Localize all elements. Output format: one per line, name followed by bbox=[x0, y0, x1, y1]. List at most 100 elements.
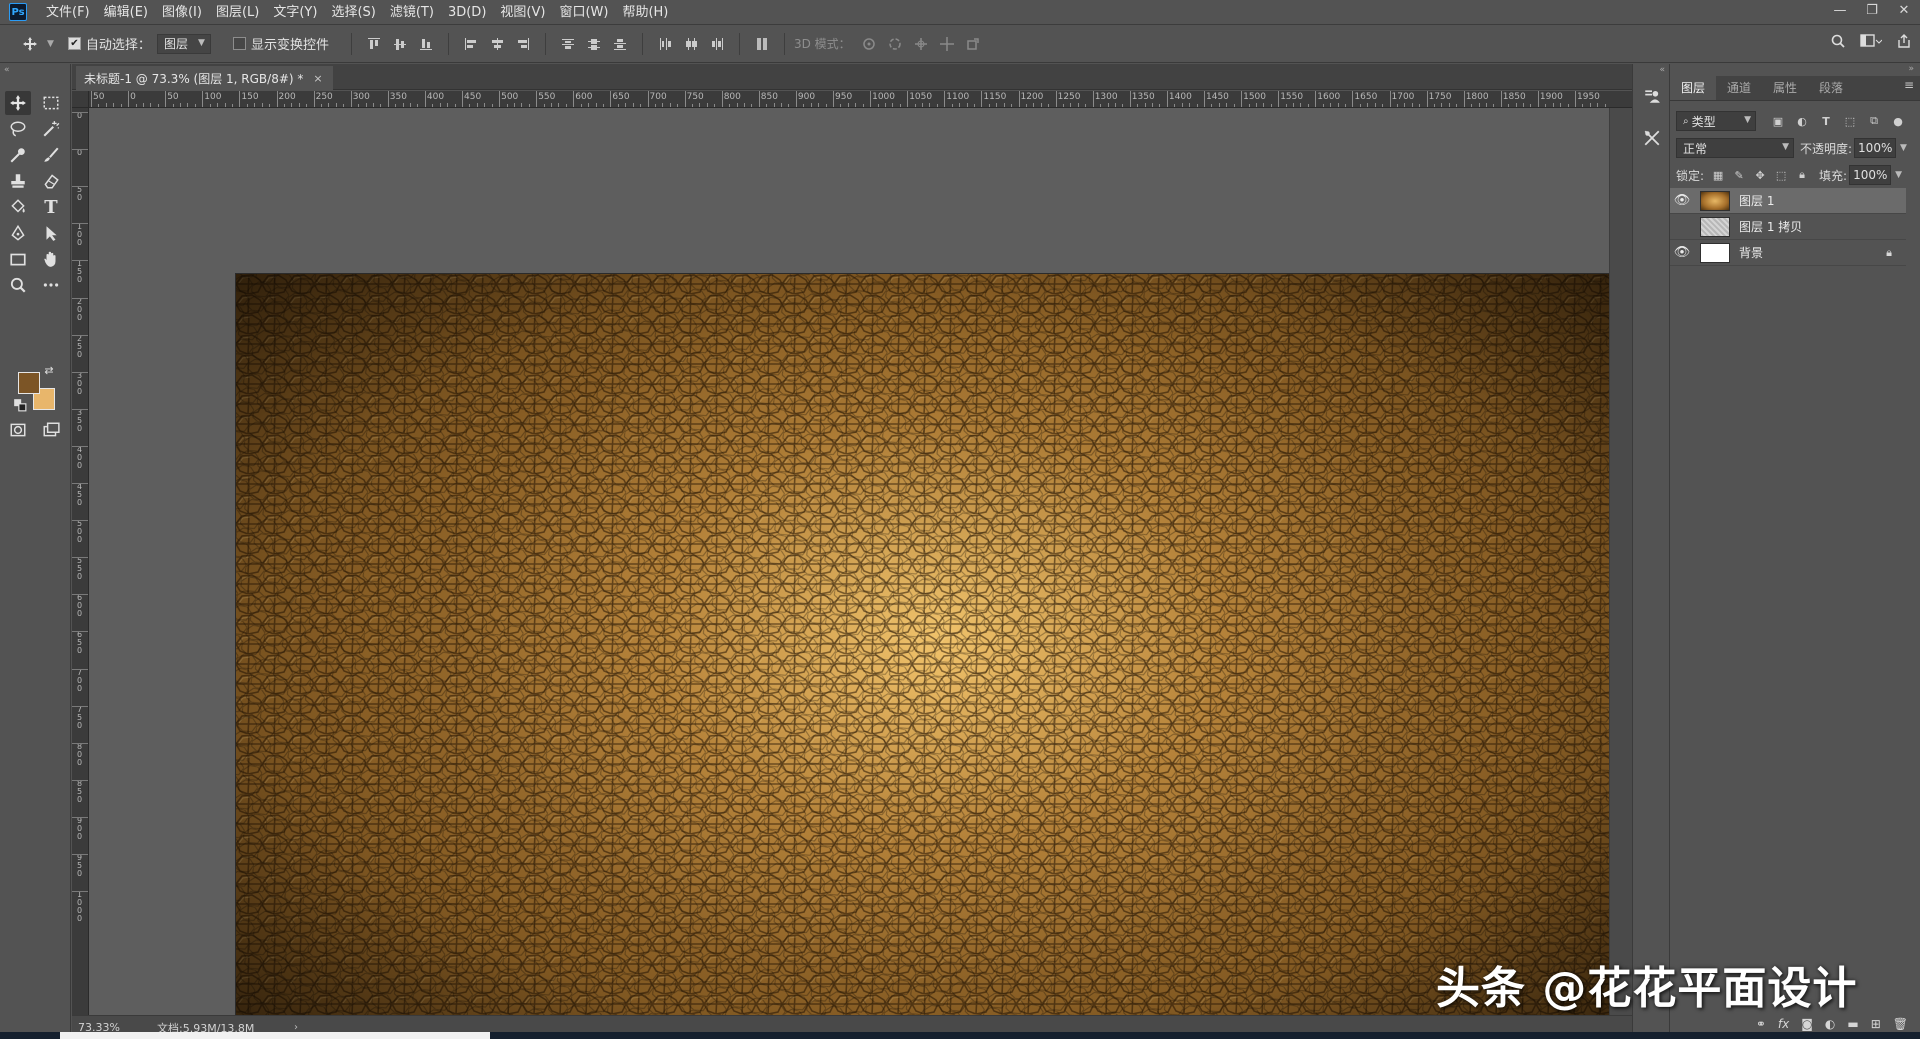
screen-mode-icon[interactable] bbox=[38, 418, 64, 442]
roll-3d-icon[interactable] bbox=[887, 36, 903, 52]
lock-all-icon[interactable]: 🔒︎ bbox=[1795, 168, 1809, 182]
document-tab[interactable]: 未标题-1 @ 73.3% (图层 1, RGB/8#) * × bbox=[76, 66, 333, 90]
close-button[interactable]: ✕ bbox=[1888, 0, 1920, 20]
drag-3d-icon[interactable] bbox=[913, 36, 929, 52]
visibility-eye-icon[interactable]: 👁︎ bbox=[1670, 214, 1694, 240]
chevron-down-icon[interactable]: ▼ bbox=[1900, 143, 1907, 153]
menu-window[interactable]: 窗口(W) bbox=[552, 0, 615, 25]
vertical-ruler[interactable]: 0 0 5 0 1 0 0 1 5 0 2 0 0 2 5 0 3 0 0 3 5 0 4 0 0… bbox=[72, 108, 89, 1015]
menu-edit[interactable]: 编辑(E) bbox=[97, 0, 155, 25]
tool-presets-icon[interactable] bbox=[1642, 128, 1662, 148]
orbit-3d-icon[interactable] bbox=[861, 36, 877, 52]
distribute-bottom-icon[interactable] bbox=[612, 36, 628, 52]
brush-tool-icon[interactable] bbox=[38, 143, 64, 167]
distribute-right-icon[interactable] bbox=[709, 36, 725, 52]
pasteboard[interactable] bbox=[89, 108, 1640, 1039]
new-group-icon[interactable]: ▬ bbox=[1847, 1017, 1858, 1031]
document-canvas[interactable] bbox=[236, 274, 1640, 1039]
path-selection-tool-icon[interactable] bbox=[38, 221, 64, 245]
magic-wand-tool-icon[interactable] bbox=[38, 117, 64, 141]
align-top-icon[interactable] bbox=[366, 36, 382, 52]
new-layer-icon[interactable]: ⊞ bbox=[1871, 1017, 1881, 1031]
layer-row[interactable]: 👁︎ 背景 🔒︎ bbox=[1670, 240, 1906, 266]
paint-bucket-tool-icon[interactable] bbox=[5, 195, 31, 219]
distribute-top-icon[interactable] bbox=[560, 36, 576, 52]
tab-channels[interactable]: 通道 bbox=[1716, 76, 1762, 100]
delete-layer-icon[interactable]: 🗑︎ bbox=[1893, 1017, 1908, 1031]
filter-shape-icon[interactable]: ⬚ bbox=[1842, 113, 1858, 129]
vertical-scrollbar[interactable] bbox=[1609, 108, 1632, 1015]
adjustment-layer-icon[interactable]: ◐ bbox=[1825, 1017, 1835, 1031]
pen-tool-icon[interactable] bbox=[5, 221, 31, 245]
default-colors-icon[interactable] bbox=[13, 398, 27, 412]
auto-select-target-select[interactable]: 图层 ▼ bbox=[156, 33, 211, 54]
layer-filter-select[interactable]: ⌕ 类型 ▼ bbox=[1676, 111, 1756, 131]
menu-filter[interactable]: 滤镜(T) bbox=[383, 0, 441, 25]
eraser-tool-icon[interactable] bbox=[38, 169, 64, 193]
lock-transparent-icon[interactable]: ▦ bbox=[1711, 168, 1725, 182]
filter-adjustment-icon[interactable]: ◐ bbox=[1794, 113, 1810, 129]
horizontal-ruler[interactable]: 50 0 50 100 150 200 250 300 350 400 450 500 550 600 65… bbox=[89, 91, 1632, 108]
distribute-hcenter-icon[interactable] bbox=[683, 36, 699, 52]
filter-pixel-icon[interactable]: ▣ bbox=[1770, 113, 1786, 129]
tab-paragraph[interactable]: 段落 bbox=[1808, 76, 1854, 100]
link-layers-icon[interactable]: ⚭ bbox=[1756, 1017, 1766, 1031]
quick-mask-icon[interactable] bbox=[5, 418, 31, 442]
eyedropper-tool-icon[interactable] bbox=[5, 143, 31, 167]
tab-layers[interactable]: 图层 bbox=[1670, 76, 1717, 100]
menu-help[interactable]: 帮助(H) bbox=[615, 0, 675, 25]
distribute-vcenter-icon[interactable] bbox=[586, 36, 602, 52]
scale-3d-icon[interactable] bbox=[965, 36, 981, 52]
collapse-dock-icon[interactable]: « bbox=[1659, 65, 1665, 75]
auto-align-layers-icon[interactable] bbox=[754, 36, 770, 52]
align-hcenter-icon[interactable] bbox=[489, 36, 505, 52]
close-tab-icon[interactable]: × bbox=[313, 72, 322, 85]
menu-view[interactable]: 视图(V) bbox=[493, 0, 552, 25]
lock-artboard-icon[interactable]: ⬚ bbox=[1774, 168, 1788, 182]
taskbar-search-box[interactable] bbox=[60, 1032, 490, 1039]
menu-layer[interactable]: 图层(L) bbox=[209, 0, 266, 25]
align-left-icon[interactable] bbox=[463, 36, 479, 52]
align-right-icon[interactable] bbox=[515, 36, 531, 52]
restore-button[interactable]: ❐ bbox=[1856, 0, 1888, 20]
lasso-tool-icon[interactable] bbox=[5, 117, 31, 141]
menu-3d[interactable]: 3D(D) bbox=[441, 0, 493, 25]
workspace-icon[interactable] bbox=[1860, 33, 1883, 52]
collapse-panel-icon[interactable]: » bbox=[1908, 64, 1914, 74]
tab-properties[interactable]: 属性 bbox=[1762, 76, 1808, 100]
lock-position-icon[interactable]: ✥ bbox=[1753, 168, 1767, 182]
visibility-eye-icon[interactable]: 👁︎ bbox=[1670, 188, 1694, 214]
libraries-icon[interactable] bbox=[1642, 86, 1662, 106]
show-transform-checkbox[interactable]: ✔ bbox=[232, 37, 246, 50]
slide-3d-icon[interactable] bbox=[939, 36, 955, 52]
ruler-corner[interactable] bbox=[72, 91, 89, 108]
move-tool-preset-icon[interactable] bbox=[18, 36, 42, 52]
blend-mode-select[interactable]: 正常 ▼ bbox=[1676, 138, 1794, 158]
more-tools-icon[interactable] bbox=[38, 273, 64, 297]
panel-menu-icon[interactable]: ≡ bbox=[1904, 78, 1914, 92]
hand-tool-icon[interactable] bbox=[38, 247, 64, 271]
add-mask-icon[interactable]: ◙ bbox=[1801, 1017, 1813, 1031]
collapse-toolbar-icon[interactable]: « bbox=[4, 65, 10, 75]
menu-type[interactable]: 文字(Y) bbox=[266, 0, 324, 25]
menu-image[interactable]: 图像(I) bbox=[155, 0, 209, 25]
fill-input[interactable]: 100% bbox=[1849, 165, 1892, 185]
foreground-color-swatch[interactable] bbox=[18, 372, 40, 394]
menu-select[interactable]: 选择(S) bbox=[324, 0, 382, 25]
filter-type-icon[interactable]: T bbox=[1818, 113, 1834, 129]
opacity-input[interactable]: 100% bbox=[1854, 138, 1897, 158]
rectangle-tool-icon[interactable] bbox=[5, 247, 31, 271]
filter-smart-object-icon[interactable]: ⧉ bbox=[1866, 113, 1882, 129]
swap-colors-icon[interactable]: ⇄ bbox=[42, 363, 56, 377]
align-vcenter-icon[interactable] bbox=[392, 36, 408, 52]
filter-toggle-icon[interactable]: ● bbox=[1890, 113, 1906, 129]
move-tool-icon[interactable] bbox=[5, 91, 31, 115]
layer-row[interactable]: 👁︎ 图层 1 bbox=[1670, 188, 1906, 214]
distribute-left-icon[interactable] bbox=[657, 36, 673, 52]
minimize-button[interactable]: — bbox=[1824, 0, 1856, 20]
layer-row[interactable]: 👁︎ 图层 1 拷贝 bbox=[1670, 214, 1906, 240]
lock-image-icon[interactable]: ✎ bbox=[1732, 168, 1746, 182]
menu-file[interactable]: 文件(F) bbox=[39, 0, 97, 25]
visibility-eye-icon[interactable]: 👁︎ bbox=[1670, 240, 1694, 266]
chevron-down-icon[interactable]: ▼ bbox=[1895, 170, 1902, 180]
